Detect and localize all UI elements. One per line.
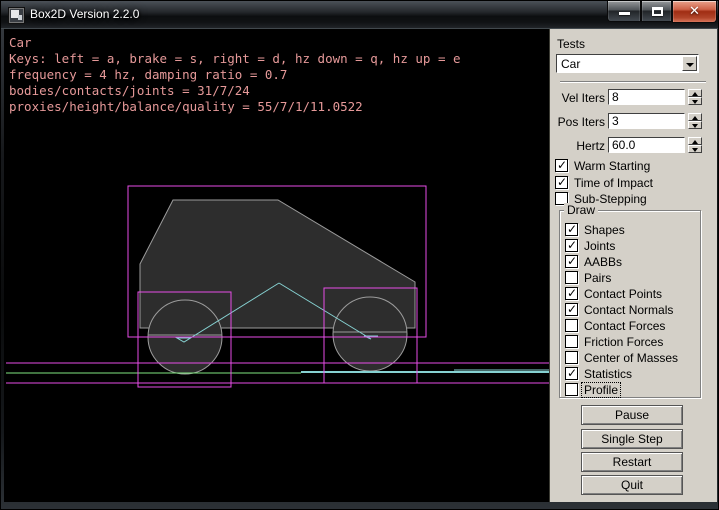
debug-stats-text: CarKeys: left = a, brake = s, right = d,… (9, 35, 461, 115)
close-icon: ✕ (673, 2, 716, 22)
app-icon-block-small (18, 15, 22, 20)
spinner-down-button[interactable] (688, 145, 702, 153)
checkbox-box[interactable]: ✓ (565, 303, 578, 316)
checkbox-label: Center of Masses (584, 351, 678, 365)
pause-button[interactable]: Pause (581, 405, 683, 425)
pos-iters-row: Pos Iters (550, 113, 718, 129)
checkbox-box[interactable]: ✓ (565, 367, 578, 380)
checkbox-box[interactable]: ✓ (565, 287, 578, 300)
app-window: Box2D Version 2.2.0 ✕ CarKeys: left = a,… (0, 0, 719, 510)
checkbox-label: Statistics (584, 367, 632, 381)
stats-line-3: bodies/contacts/joints = 31/7/24 (9, 83, 461, 99)
check-icon: ✓ (557, 158, 567, 172)
check-icon: ✓ (567, 254, 577, 268)
hertz-input[interactable] (608, 137, 685, 153)
spinner-down-button[interactable] (688, 97, 702, 105)
checkbox-box[interactable] (565, 383, 578, 396)
arrow-up-icon (692, 92, 698, 96)
vel-iters-input[interactable] (608, 89, 685, 105)
checkbox-label: Friction Forces (584, 335, 663, 349)
stats-line-2: frequency = 4 hz, damping ratio = 0.7 (9, 67, 461, 83)
check-icon: ✓ (557, 175, 567, 189)
tests-dropdown-value: Car (561, 56, 580, 72)
pos-iters-label: Pos Iters (550, 115, 605, 129)
checkbox-box[interactable]: ✓ (565, 223, 578, 236)
app-icon[interactable] (9, 8, 24, 23)
stats-line-4: proxies/height/balance/quality = 55/7/1/… (9, 99, 461, 115)
checkbox-label: Joints (584, 239, 615, 253)
spinner-up-button[interactable] (688, 89, 702, 97)
spinner-down-button[interactable] (688, 121, 702, 129)
hertz-row: Hertz (550, 137, 718, 153)
spinner-up-button[interactable] (688, 113, 702, 121)
minimize-button[interactable] (607, 1, 641, 22)
stats-line-1: Keys: left = a, brake = s, right = d, hz… (9, 51, 461, 67)
tests-label: Tests (557, 37, 585, 51)
hertz-label: Hertz (550, 139, 605, 153)
checkbox-label: Shapes (584, 223, 625, 237)
car-wheel-shape-1 (333, 297, 407, 371)
simulation-canvas[interactable]: CarKeys: left = a, brake = s, right = d,… (4, 29, 549, 502)
checkbox-box[interactable]: ✓ (555, 176, 568, 189)
check-icon: ✓ (567, 302, 577, 316)
checkbox-label: Contact Normals (584, 303, 673, 317)
draw-group-title: Draw (564, 203, 598, 217)
pos-iters-spinner (688, 113, 702, 129)
window-title: Box2D Version 2.2.0 (30, 1, 139, 29)
checkbox-box[interactable] (565, 335, 578, 348)
arrow-up-icon (692, 140, 698, 144)
check-icon: ✓ (567, 222, 577, 236)
caption-buttons: ✕ (607, 1, 717, 23)
checkbox-box[interactable]: ✓ (555, 159, 568, 172)
checkbox-label: Pairs (584, 271, 611, 285)
checkbox-label: Warm Starting (574, 159, 650, 173)
checkbox-box[interactable] (565, 271, 578, 284)
tests-dropdown-button[interactable] (682, 56, 697, 71)
vel-iters-spinner (688, 89, 702, 105)
restart-button[interactable]: Restart (581, 452, 683, 472)
tests-dropdown[interactable]: Car (556, 54, 699, 73)
arrow-up-icon (692, 116, 698, 120)
checkbox-label: Profile (582, 383, 620, 397)
checkbox-label: Contact Points (584, 287, 662, 301)
check-icon: ✓ (567, 286, 577, 300)
titlebar[interactable]: Box2D Version 2.2.0 ✕ (1, 1, 719, 29)
close-button[interactable]: ✕ (672, 1, 717, 23)
separator (560, 81, 706, 83)
vel-iters-row: Vel Iters (550, 89, 718, 105)
checkbox-box[interactable]: ✓ (565, 239, 578, 252)
checkbox-box[interactable]: ✓ (565, 255, 578, 268)
chevron-down-icon (686, 63, 694, 67)
maximize-icon (652, 7, 663, 16)
check-icon: ✓ (567, 366, 577, 380)
checkbox-label: AABBs (584, 255, 622, 269)
single-step-button[interactable]: Single Step (581, 429, 683, 449)
arrow-down-icon (692, 100, 698, 104)
minimize-icon (619, 12, 630, 15)
checkbox-label: Contact Forces (584, 319, 665, 333)
checkbox-box[interactable] (565, 351, 578, 364)
check-icon: ✓ (567, 238, 577, 252)
pos-iters-input[interactable] (608, 113, 685, 129)
maximize-button[interactable] (641, 1, 672, 22)
vel-iters-label: Vel Iters (550, 91, 605, 105)
stats-line-0: Car (9, 35, 461, 51)
hertz-spinner (688, 137, 702, 153)
checkbox-label: Time of Impact (574, 176, 653, 190)
quit-button[interactable]: Quit (581, 475, 683, 495)
control-panel: Tests Car Vel Iters Pos Iters (549, 29, 717, 502)
checkbox-box[interactable] (565, 319, 578, 332)
arrow-down-icon (692, 148, 698, 152)
spinner-up-button[interactable] (688, 137, 702, 145)
arrow-down-icon (692, 124, 698, 128)
